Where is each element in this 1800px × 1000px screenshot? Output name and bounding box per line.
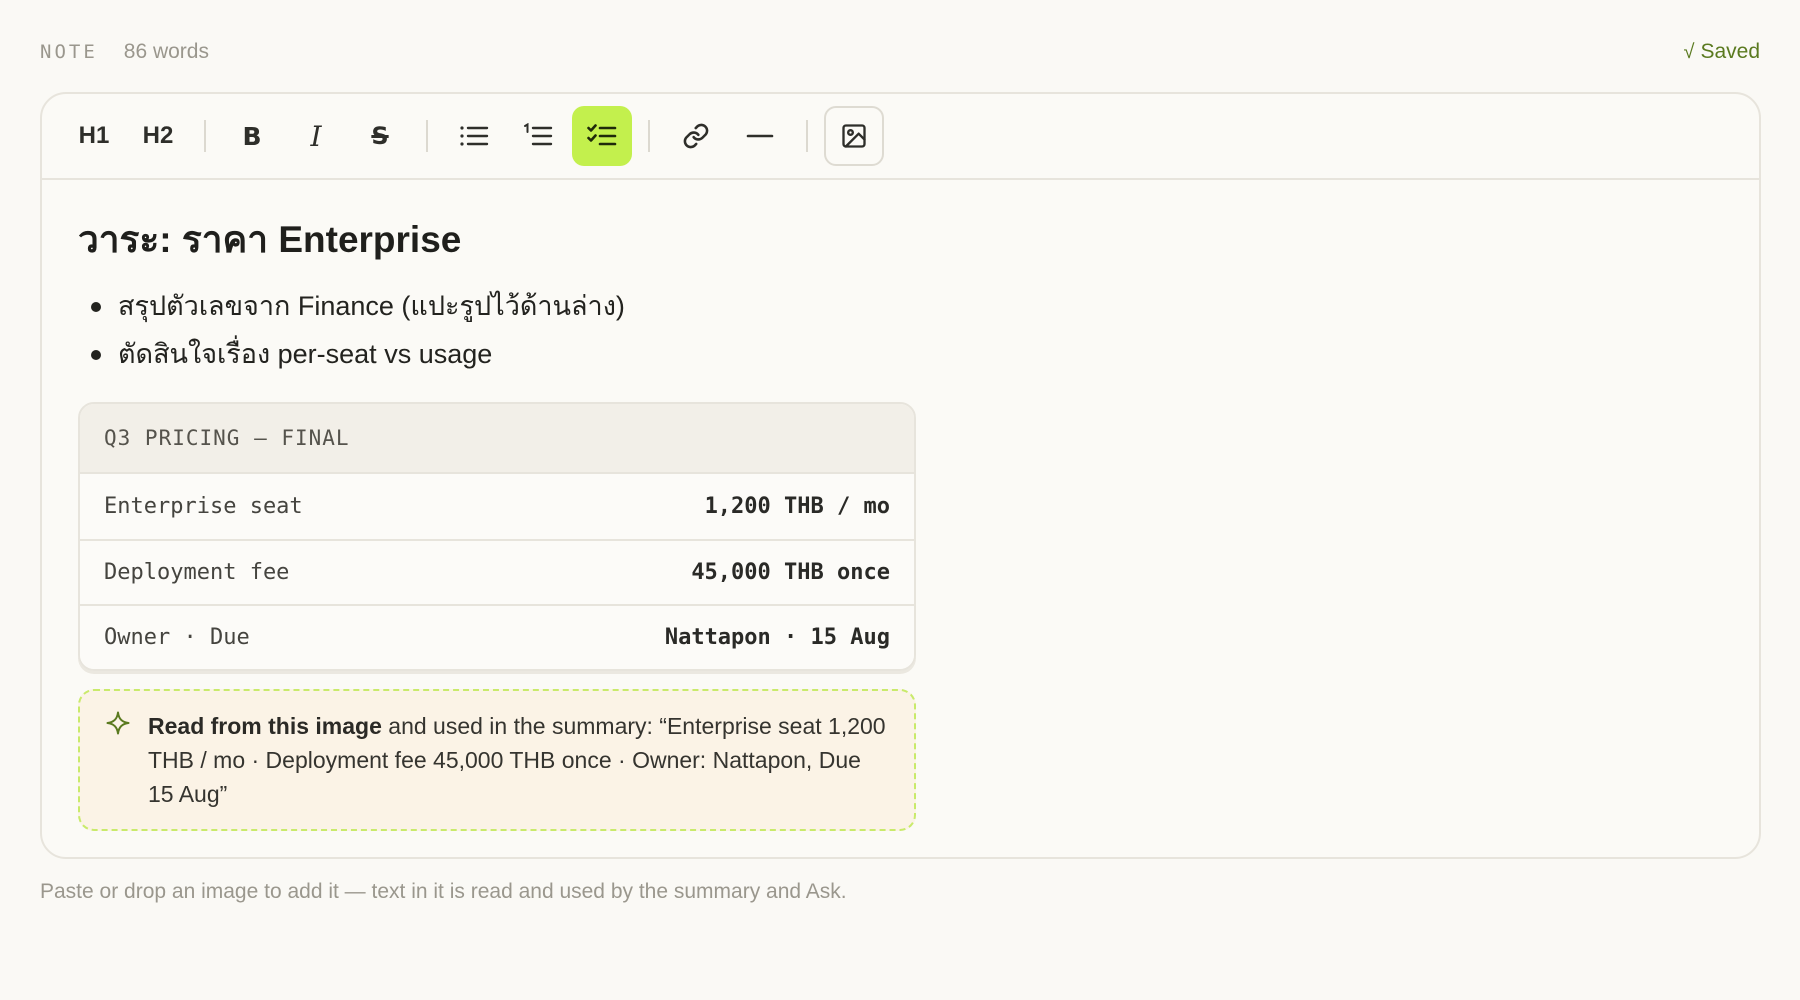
document-title[interactable]: วาระ: ราคา Enterprise: [78, 218, 1723, 262]
bullet-list-button[interactable]: [444, 106, 504, 166]
image-row: Owner · Due Nattapon · 15 Aug: [80, 604, 914, 670]
toolbar-divider: [806, 120, 808, 152]
note-header: NOTE 86 words √ Saved: [40, 38, 1760, 66]
link-icon: [683, 123, 709, 149]
sparkle-icon: [106, 711, 130, 735]
numbered-list-button[interactable]: [508, 106, 568, 166]
insert-image-button[interactable]: [824, 106, 884, 166]
bullet-list: สรุปตัวเลขจาก Finance (แปะรูปไว้ด้านล่าง…: [78, 282, 1723, 378]
row-label: Enterprise seat: [104, 494, 303, 520]
image-row: Enterprise seat 1,200 THB / mo: [80, 474, 914, 540]
strikethrough-icon: S: [371, 122, 389, 150]
row-value: 1,200 THB / mo: [704, 494, 890, 520]
row-label: Owner · Due: [104, 625, 250, 651]
horizontal-rule-button[interactable]: [730, 106, 790, 166]
saved-label: Saved: [1700, 40, 1760, 63]
toolbar-divider: [648, 120, 650, 152]
paste-hint: Paste or drop an image to add it — text …: [40, 880, 847, 903]
note-editor: H1 H2 B I S วาระ: ราคา Enterprise สรุปตั…: [40, 92, 1761, 859]
row-value: Nattapon · 15 Aug: [664, 625, 890, 651]
image-row: Deployment fee 45,000 THB once: [80, 539, 914, 605]
note-tag: NOTE: [40, 41, 98, 63]
toolbar-divider: [204, 120, 206, 152]
check-icon: √: [1683, 40, 1695, 63]
row-value: 45,000 THB once: [691, 560, 890, 586]
image-text-notice: Read from this image and used in the sum…: [78, 689, 916, 832]
checklist-button[interactable]: [572, 106, 632, 166]
strikethrough-button[interactable]: S: [350, 106, 410, 166]
checklist-icon: [587, 124, 617, 146]
bold-button[interactable]: B: [222, 106, 282, 166]
row-label: Deployment fee: [104, 560, 290, 586]
embedded-image[interactable]: Q3 PRICING — FINAL Enterprise seat 1,200…: [78, 402, 916, 672]
saved-status: √ Saved: [1683, 40, 1760, 64]
word-count: 86 words: [123, 40, 209, 63]
italic-button[interactable]: I: [286, 106, 346, 166]
note-body[interactable]: วาระ: ราคา Enterprise สรุปตัวเลขจาก Fina…: [42, 180, 1759, 832]
link-button[interactable]: [666, 106, 726, 166]
list-item[interactable]: สรุปตัวเลขจาก Finance (แปะรูปไว้ด้านล่าง…: [78, 282, 1723, 330]
image-icon: [842, 124, 866, 148]
toolbar-divider: [426, 120, 428, 152]
formatting-toolbar: H1 H2 B I S: [42, 94, 1759, 180]
list-item[interactable]: ตัดสินใจเรื่อง per-seat vs usage: [78, 330, 1723, 378]
italic-icon: I: [310, 119, 322, 153]
bold-icon: B: [242, 121, 262, 151]
horizontal-rule-icon: [746, 134, 774, 138]
heading1-button[interactable]: H1: [64, 106, 124, 166]
notice-lead: Read from this image: [148, 713, 382, 740]
heading2-button[interactable]: H2: [128, 106, 188, 166]
numbered-list-icon: [524, 123, 553, 146]
image-heading: Q3 PRICING — FINAL: [80, 404, 914, 475]
bullet-list-icon: [460, 126, 489, 146]
